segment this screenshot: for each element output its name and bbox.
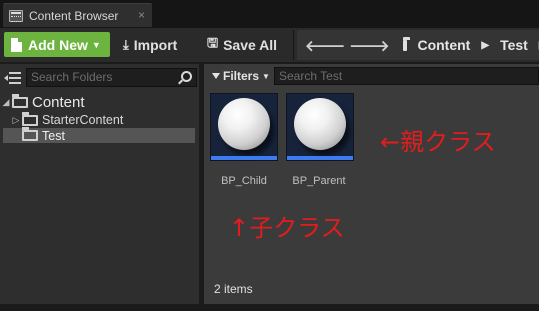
import-label: Import [133,36,178,53]
breadcrumb-item-content[interactable]: Content [417,37,470,53]
expanded-arrow-icon[interactable]: ◢ [0,97,12,108]
chevron-right-icon[interactable]: ▶ [481,40,489,51]
folder-search-bar: Search Folders [4,68,197,87]
breadcrumb-item-test[interactable]: Test [500,37,528,53]
tab-content-browser[interactable]: Content Browser × [3,3,152,27]
child-class-annotation: ↑子クラス [229,214,345,242]
chevron-down-icon: ▼ [262,71,270,81]
sphere-thumbnail [294,98,346,150]
breadcrumb: 🡐 🡒 Content ▶ Test ▶ [297,30,539,60]
toolbar-divider [293,30,294,60]
parent-class-annotation: ←親クラス [380,128,496,156]
tab-label: Content Browser [29,8,119,23]
collapse-sources-icon[interactable] [4,71,22,85]
window-bottom-border [0,304,539,311]
search-icon [181,71,192,82]
asset-tile-bp-child[interactable] [210,93,278,161]
back-arrow-icon[interactable]: 🡐 [305,36,345,55]
forward-arrow-icon[interactable]: 🡒 [349,36,389,55]
close-icon[interactable]: × [138,8,145,22]
tab-bar: Content Browser × [0,0,539,28]
content-browser-icon [9,9,23,22]
folder-open-icon [12,93,28,108]
asset-name: BP_Parent [292,175,346,187]
filter-icon [212,73,220,79]
search-folders-input[interactable]: Search Folders [26,68,197,87]
add-new-button[interactable]: Add New ▼ [4,32,110,57]
save-icon: 🖫 [207,34,219,50]
folder-icon [22,111,38,126]
asset-tile-bp-parent[interactable] [286,93,354,161]
tree-item-startercontent[interactable]: ▷ StarterContent [0,111,196,128]
filters-label: Filters [223,69,260,83]
search-folders-placeholder: Search Folders [31,70,113,84]
tree-item-test[interactable]: Test [3,127,195,143]
asset-name: BP_Child [221,175,267,187]
filter-bar: Filters ▼ Search Test [204,66,539,86]
tree-item-label: StarterContent [42,113,124,127]
tree-item-label: Test [42,128,65,143]
folder-icon [403,36,411,51]
import-button[interactable]: ⤓ Import [123,32,177,57]
new-document-icon [11,37,22,52]
download-icon: ⤓ [123,36,129,52]
save-all-button[interactable]: 🖫 Save All [207,32,277,57]
blueprint-class-bar [287,156,353,160]
tree-item-label: Content [32,93,85,111]
add-new-label: Add New [28,36,88,53]
blueprint-class-bar [211,156,277,160]
search-assets-input[interactable]: Search Test [274,67,539,85]
filters-button[interactable]: Filters ▼ [204,66,274,86]
chevron-down-icon: ▼ [91,39,101,50]
sphere-thumbnail [218,98,270,150]
items-count: 2 items [214,282,253,296]
search-assets-placeholder: Search Test [279,69,343,83]
save-all-label: Save All [223,36,278,53]
collapsed-arrow-icon[interactable]: ▷ [10,115,22,126]
folder-icon [22,127,38,141]
tree-item-content[interactable]: ◢ Content [0,93,196,111]
